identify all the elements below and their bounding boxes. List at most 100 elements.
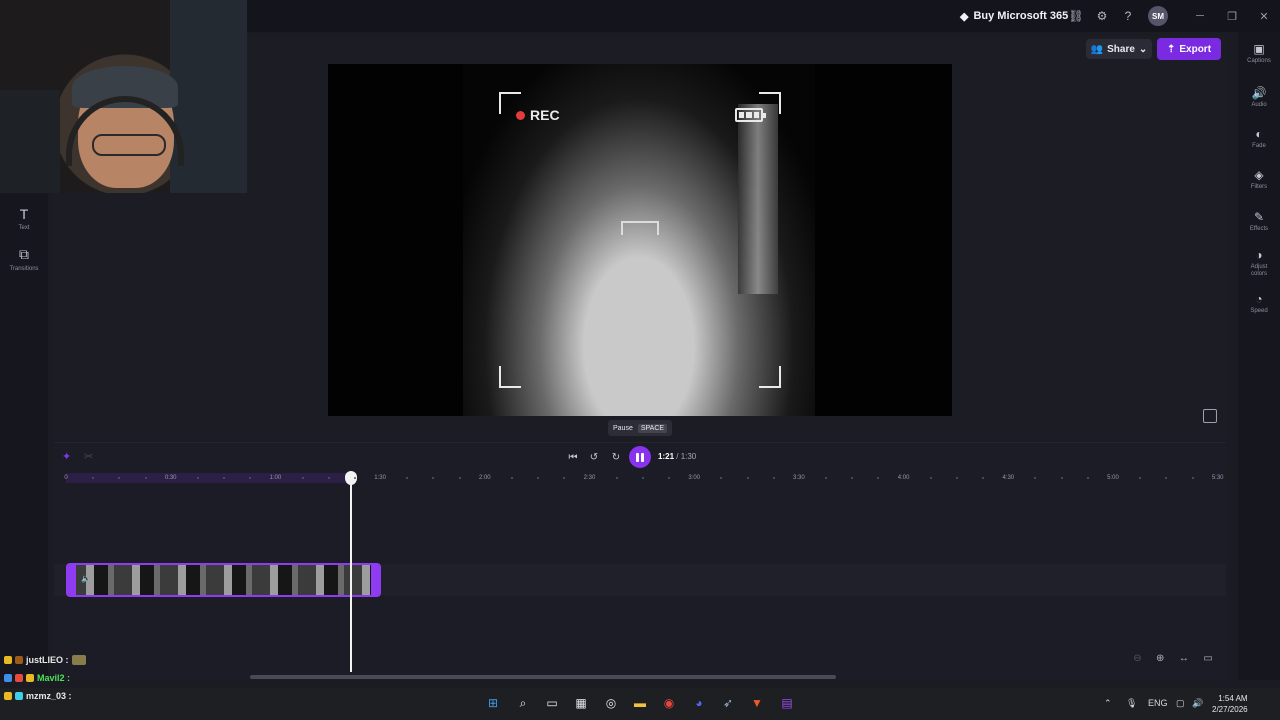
sidebar-item-fade[interactable]: ◐ Fade [1238, 127, 1280, 150]
ruler-tick [641, 477, 644, 479]
taskbar-clock[interactable]: 1:54 AM 2/27/2026 [1212, 693, 1248, 715]
captions-icon: ▣ [1253, 42, 1265, 56]
scissors-icon[interactable]: ✂ [84, 450, 93, 463]
time-separator: / [674, 452, 681, 461]
text-icon: T [19, 206, 29, 222]
microphone-icon[interactable]: 🎙 [1126, 698, 1137, 709]
record-dot-icon [516, 110, 525, 120]
clip-trim-handle-left[interactable] [68, 565, 76, 595]
ruler-tick-label: 5:00 [1107, 475, 1119, 481]
fit-width-icon[interactable]: ↔ [1179, 653, 1189, 664]
pause-button[interactable] [629, 446, 651, 468]
ruler-tick-label: 3:30 [793, 475, 805, 481]
buy-microsoft-365-button[interactable]: ◆ Buy Microsoft 365 [960, 8, 1068, 24]
ruler-tick [615, 477, 618, 479]
chat-message: justLIEO : [4, 655, 86, 665]
task-view-icon[interactable]: ▭ [543, 694, 561, 712]
ruler-tick-label: 1:00 [269, 475, 282, 481]
chat-message: Mavil2 : [4, 673, 70, 683]
network-icon[interactable]: ▢ [1176, 698, 1185, 709]
chat-message: mzmz_03 : [4, 691, 72, 701]
share-button[interactable]: 👥 Share ⌄ [1086, 39, 1152, 59]
forward-icon[interactable]: ↻ [609, 450, 623, 464]
ruler-selected-range [66, 473, 350, 483]
chat-username: Mavil2 : [37, 673, 71, 683]
adjust-colors-icon: ◑ [1255, 248, 1263, 262]
rewind-icon[interactable]: ↺ [587, 450, 601, 464]
speaker-icon[interactable]: 🔈 [81, 574, 91, 583]
ruler-tick-label: 0 [64, 475, 68, 481]
obs-icon[interactable]: ◎ [602, 694, 620, 712]
gear-icon[interactable]: ⚙ [1094, 8, 1110, 24]
sidebar-item-effects[interactable]: ✎ Effects [1238, 210, 1280, 233]
video-preview[interactable] [328, 64, 952, 416]
ruler-tick [458, 477, 461, 479]
chat-badge-icon [15, 656, 23, 664]
zoom-in-icon[interactable]: ⊕ [1156, 653, 1164, 664]
chat-badge-icon [4, 674, 12, 682]
ruler-tick [353, 477, 356, 479]
effects-icon: ✎ [1253, 210, 1265, 224]
emote-icon [71, 655, 86, 665]
share-label: Share [1107, 43, 1135, 55]
playhead[interactable] [350, 480, 352, 672]
file-explorer-icon[interactable]: ▬ [631, 694, 649, 712]
store-icon[interactable]: ▦ [572, 694, 590, 712]
language-indicator[interactable]: ENG [1148, 698, 1168, 708]
video-clip[interactable]: 🔈 [66, 563, 381, 597]
chevron-up-icon[interactable]: ⌃ [1104, 698, 1112, 709]
app-window: ◆ Buy Microsoft 365 ⛓ ⚙ ? SM ─ ❐ ✕ T Tex… [0, 0, 1280, 720]
chat-badge-icon [15, 692, 23, 700]
current-time: 1:21 [658, 452, 675, 461]
clock-time: 1:54 AM [1218, 694, 1248, 703]
sidebar-item-text[interactable]: T Text [0, 206, 48, 231]
windows-start-icon[interactable]: ⊞ [484, 694, 502, 712]
sidebar-item-filters[interactable]: ◈ Filters [1238, 168, 1280, 191]
expand-icon[interactable]: ▭ [1203, 653, 1212, 664]
help-icon[interactable]: ? [1120, 8, 1136, 24]
chat-badge-icon [15, 674, 23, 682]
link-icon[interactable]: ⛓ [1068, 8, 1084, 24]
people-icon: 👥 [1090, 43, 1104, 55]
minimize-icon[interactable]: ─ [1190, 6, 1210, 26]
ruler-tick [955, 477, 958, 479]
chrome-icon[interactable]: ◉ [660, 694, 678, 712]
steam-icon[interactable]: ➶ [719, 694, 737, 712]
ruler-tick [301, 477, 304, 479]
close-icon[interactable]: ✕ [1254, 6, 1274, 26]
brave-icon[interactable]: ▼ [748, 694, 766, 712]
skip-to-start-icon[interactable]: ⏮ [566, 450, 580, 464]
clipchamp-icon[interactable]: ▤ [778, 694, 796, 712]
maximize-icon[interactable]: ❐ [1222, 6, 1242, 26]
frame-corner-bl [499, 366, 521, 388]
magic-icon[interactable]: ✦ [62, 450, 71, 463]
sidebar-item-transitions[interactable]: ⧉ Transitions [0, 246, 48, 272]
export-button[interactable]: ⇡ Export [1157, 38, 1221, 60]
sidebar-item-adjust-colors[interactable]: ◑ Adjust colors [1238, 248, 1280, 278]
battery-icon [735, 108, 766, 122]
avatar[interactable]: SM [1148, 6, 1168, 26]
discord-icon[interactable]: ◕ [690, 694, 708, 712]
sidebar-item-speed[interactable]: ◔ Speed [1238, 292, 1280, 315]
volume-icon[interactable]: 🔊 [1192, 698, 1203, 709]
rec-indicator: REC [516, 107, 560, 123]
horizontal-scrollbar[interactable] [250, 675, 836, 679]
fullscreen-icon[interactable] [1203, 409, 1217, 423]
ruler-tick-label: 2:00 [478, 475, 491, 481]
ruler-tick [746, 477, 749, 479]
diamond-icon: ◆ [960, 10, 969, 23]
zoom-out-icon[interactable]: ⊖ [1133, 653, 1141, 664]
focus-bracket-icon [621, 221, 659, 235]
sidebar-item-captions[interactable]: ▣ Captions [1238, 42, 1280, 65]
clip-trim-handle-right[interactable] [371, 565, 379, 595]
ruler-tick-label: 5:30 [1211, 475, 1224, 481]
sidebar-item-audio[interactable]: 🔊 Audio [1238, 86, 1280, 109]
ruler-tick [510, 477, 513, 479]
upload-icon: ⇡ [1166, 43, 1176, 55]
chat-badge-icon [4, 692, 12, 700]
export-label: Export [1179, 43, 1212, 55]
ruler-tick-label: 4:00 [897, 475, 910, 481]
search-icon[interactable]: ⌕ [514, 694, 532, 712]
ruler-tick [1060, 477, 1063, 479]
ruler-tick-label: 1:30 [374, 475, 386, 481]
